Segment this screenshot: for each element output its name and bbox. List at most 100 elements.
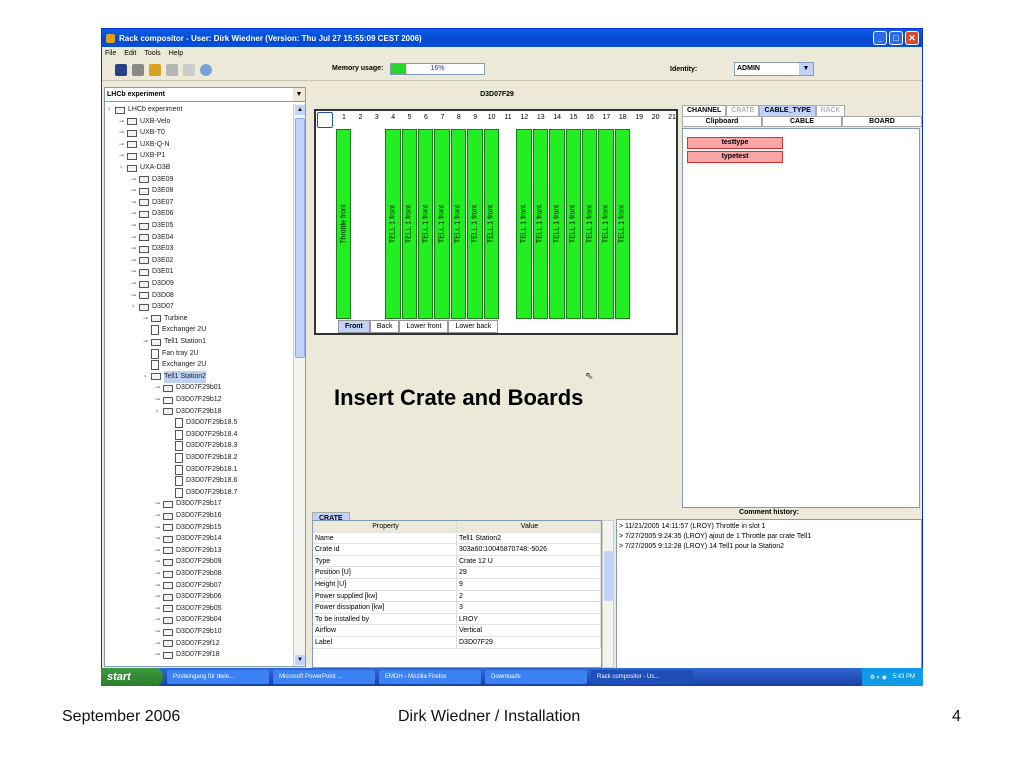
collapsed-icon[interactable]: ⊸ <box>155 382 163 394</box>
collapsed-icon[interactable]: ⊸ <box>155 603 163 615</box>
collapsed-icon[interactable]: ⊸ <box>155 533 163 545</box>
table-row[interactable]: Crate id 303a60:10045870748:-5026 <box>313 544 601 556</box>
tab-lower-back[interactable]: Lower back <box>448 320 499 333</box>
tree-node[interactable]: ⊸ D3D07F29b04 <box>155 614 222 626</box>
collapsed-icon[interactable]: ⊸ <box>131 243 139 255</box>
expanded-icon[interactable]: ♀ <box>155 406 163 418</box>
property-value[interactable]: 29 <box>457 567 601 578</box>
close-button[interactable]: ✕ <box>905 31 919 45</box>
collapsed-icon[interactable]: ⊸ <box>131 220 139 232</box>
collapsed-icon[interactable]: ⊸ <box>155 580 163 592</box>
collapsed-icon[interactable]: ⊸ <box>131 208 139 220</box>
board-slot-7[interactable]: TELL 1 front <box>434 129 450 319</box>
tree-node[interactable]: ♀ D3D07 <box>131 301 174 313</box>
menu-help[interactable]: Help <box>169 50 183 57</box>
collapsed-icon[interactable]: ⊸ <box>155 626 163 638</box>
property-value[interactable]: Vertical <box>457 625 601 636</box>
table-row[interactable]: Name Tell1 Station2 <box>313 532 601 545</box>
collapsed-icon[interactable]: ⊸ <box>155 649 163 661</box>
tree-node[interactable]: ⊸ D3D07F29b05 <box>155 603 222 615</box>
taskbar-item[interactable]: Rack compositor - Us... <box>591 670 693 684</box>
tree-node[interactable]: ♀ UXA-D3B <box>119 162 170 174</box>
collapsed-icon[interactable]: ⊸ <box>119 139 127 151</box>
board-slot-8[interactable]: TELL 1 front <box>450 129 467 319</box>
tray-icons[interactable]: ⚙ ◐ ◆ <box>870 674 887 681</box>
property-value[interactable]: 2 <box>457 590 601 602</box>
menu-file[interactable]: File <box>105 50 116 57</box>
menu-edit[interactable]: Edit <box>124 50 136 57</box>
start-button[interactable]: start <box>101 668 163 686</box>
tree-node[interactable]: ⊸ D3D07F29b10 <box>155 626 222 638</box>
tree-node[interactable]: ⊸ D3E02 <box>131 255 173 267</box>
clipboard-item[interactable]: testtype <box>687 137 783 149</box>
crate-corner-icon[interactable] <box>317 112 333 128</box>
property-value[interactable]: Crate 12 U <box>457 555 601 567</box>
tree-node[interactable]: ⊸ D3D09 <box>131 278 174 290</box>
tree-node[interactable]: ⊸ D3E08 <box>131 185 173 197</box>
board-slot-12[interactable]: TELL 1 front <box>516 129 532 319</box>
paste-icon[interactable] <box>183 63 195 76</box>
tree-node[interactable]: Fan tray 2U <box>143 348 199 360</box>
tree-node[interactable]: ♀ D3D07F29b18 <box>155 406 222 418</box>
save-icon[interactable] <box>115 63 127 76</box>
expanded-icon[interactable]: ♀ <box>119 162 127 174</box>
board-slot-1[interactable]: Throttle front <box>336 129 352 319</box>
board-slot-5[interactable]: TELL 1 front <box>401 129 417 319</box>
tree-node[interactable]: ⊸ D3E03 <box>131 243 173 255</box>
table-row[interactable]: Position [U] 29 <box>313 567 601 579</box>
collapsed-icon[interactable]: ⊸ <box>119 116 127 128</box>
property-value[interactable]: 3 <box>457 602 601 613</box>
board-slot-14[interactable]: TELL 1 front <box>549 129 565 319</box>
identity-select[interactable]: ADMIN ▼ <box>734 62 814 76</box>
tree-node[interactable]: ⊸ D3E01 <box>131 266 173 278</box>
maximize-button[interactable]: □ <box>889 31 903 45</box>
tree-node[interactable]: ⊸ D3D08 <box>131 290 174 302</box>
scroll-thumb[interactable] <box>295 118 305 358</box>
collapsed-icon[interactable]: ⊸ <box>155 556 163 568</box>
tree-node[interactable]: ⊸ D3D07F29b13 <box>155 545 222 557</box>
tab-back[interactable]: Back <box>369 320 400 333</box>
tree-node[interactable]: D3D07F29b18.1 <box>167 464 237 476</box>
board-slot-13[interactable]: TELL 1 front <box>532 129 549 319</box>
tree-root-select[interactable]: LHCb experiment ▼ <box>105 88 305 102</box>
taskbar-item[interactable]: EMDH - Mozilla Firefox <box>379 670 481 684</box>
scroll-thumb[interactable] <box>604 551 613 601</box>
tree-node[interactable]: ⊸ D3D07F29b12 <box>155 394 222 406</box>
board-slot-6[interactable]: TELL 1 front <box>418 129 434 319</box>
board-slot-10[interactable]: TELL 1 front <box>483 129 499 319</box>
tab-lower-front[interactable]: Lower front <box>399 320 449 333</box>
tab-crate[interactable]: CRATE <box>726 105 760 116</box>
tree-node[interactable]: Exchanger 2U <box>143 324 206 336</box>
tree-node[interactable]: ⊸ D3D07F29b15 <box>155 522 222 534</box>
tree-node[interactable]: Exchanger 2U <box>143 359 206 371</box>
expanded-icon[interactable]: ♀ <box>107 104 115 116</box>
collapsed-icon[interactable]: ⊸ <box>119 150 127 162</box>
property-value[interactable]: 9 <box>457 578 601 590</box>
board-slot-15[interactable]: TELL 1 front <box>565 129 581 319</box>
collapsed-icon[interactable]: ⊸ <box>155 522 163 534</box>
collapsed-icon[interactable]: ⊸ <box>131 266 139 278</box>
tree-node[interactable]: D3D07F29b18.5 <box>167 417 237 429</box>
collapsed-icon[interactable]: ⊸ <box>155 545 163 557</box>
print-icon[interactable] <box>132 63 144 76</box>
board-slot-9[interactable]: TELL 1 front <box>467 129 483 319</box>
tree-node[interactable]: ⊸ UXB-Q-N <box>119 139 170 151</box>
taskbar-item[interactable]: Downloads <box>485 670 587 684</box>
tab-front[interactable]: Front <box>338 320 370 333</box>
chevron-down-icon[interactable]: ▼ <box>293 88 305 101</box>
tree-node[interactable]: D3D07F29b18.4 <box>167 429 237 441</box>
collapsed-icon[interactable]: ⊸ <box>155 394 163 406</box>
collapsed-icon[interactable]: ⊸ <box>155 510 163 522</box>
clipboard-item[interactable]: typetest <box>687 151 783 163</box>
tab-board[interactable]: BOARD <box>842 116 922 127</box>
properties-scrollbar[interactable] <box>602 520 614 668</box>
taskbar-item[interactable]: Posteingang für dwie... <box>167 670 269 684</box>
tab-rack[interactable]: RACK <box>815 105 846 116</box>
tab-cable_type[interactable]: CABLE_TYPE <box>759 105 816 116</box>
tree-node[interactable]: ⊸ D3E06 <box>131 208 173 220</box>
property-value[interactable]: D3D07F29 <box>457 636 601 648</box>
tree-node[interactable]: ⊸ D3D07F29b17 <box>155 498 222 510</box>
tree-node[interactable]: ⊸ D3E05 <box>131 220 173 232</box>
collapsed-icon[interactable]: ⊸ <box>155 614 163 626</box>
tree-node[interactable]: ⊸ D3D07F29b07 <box>155 580 222 592</box>
